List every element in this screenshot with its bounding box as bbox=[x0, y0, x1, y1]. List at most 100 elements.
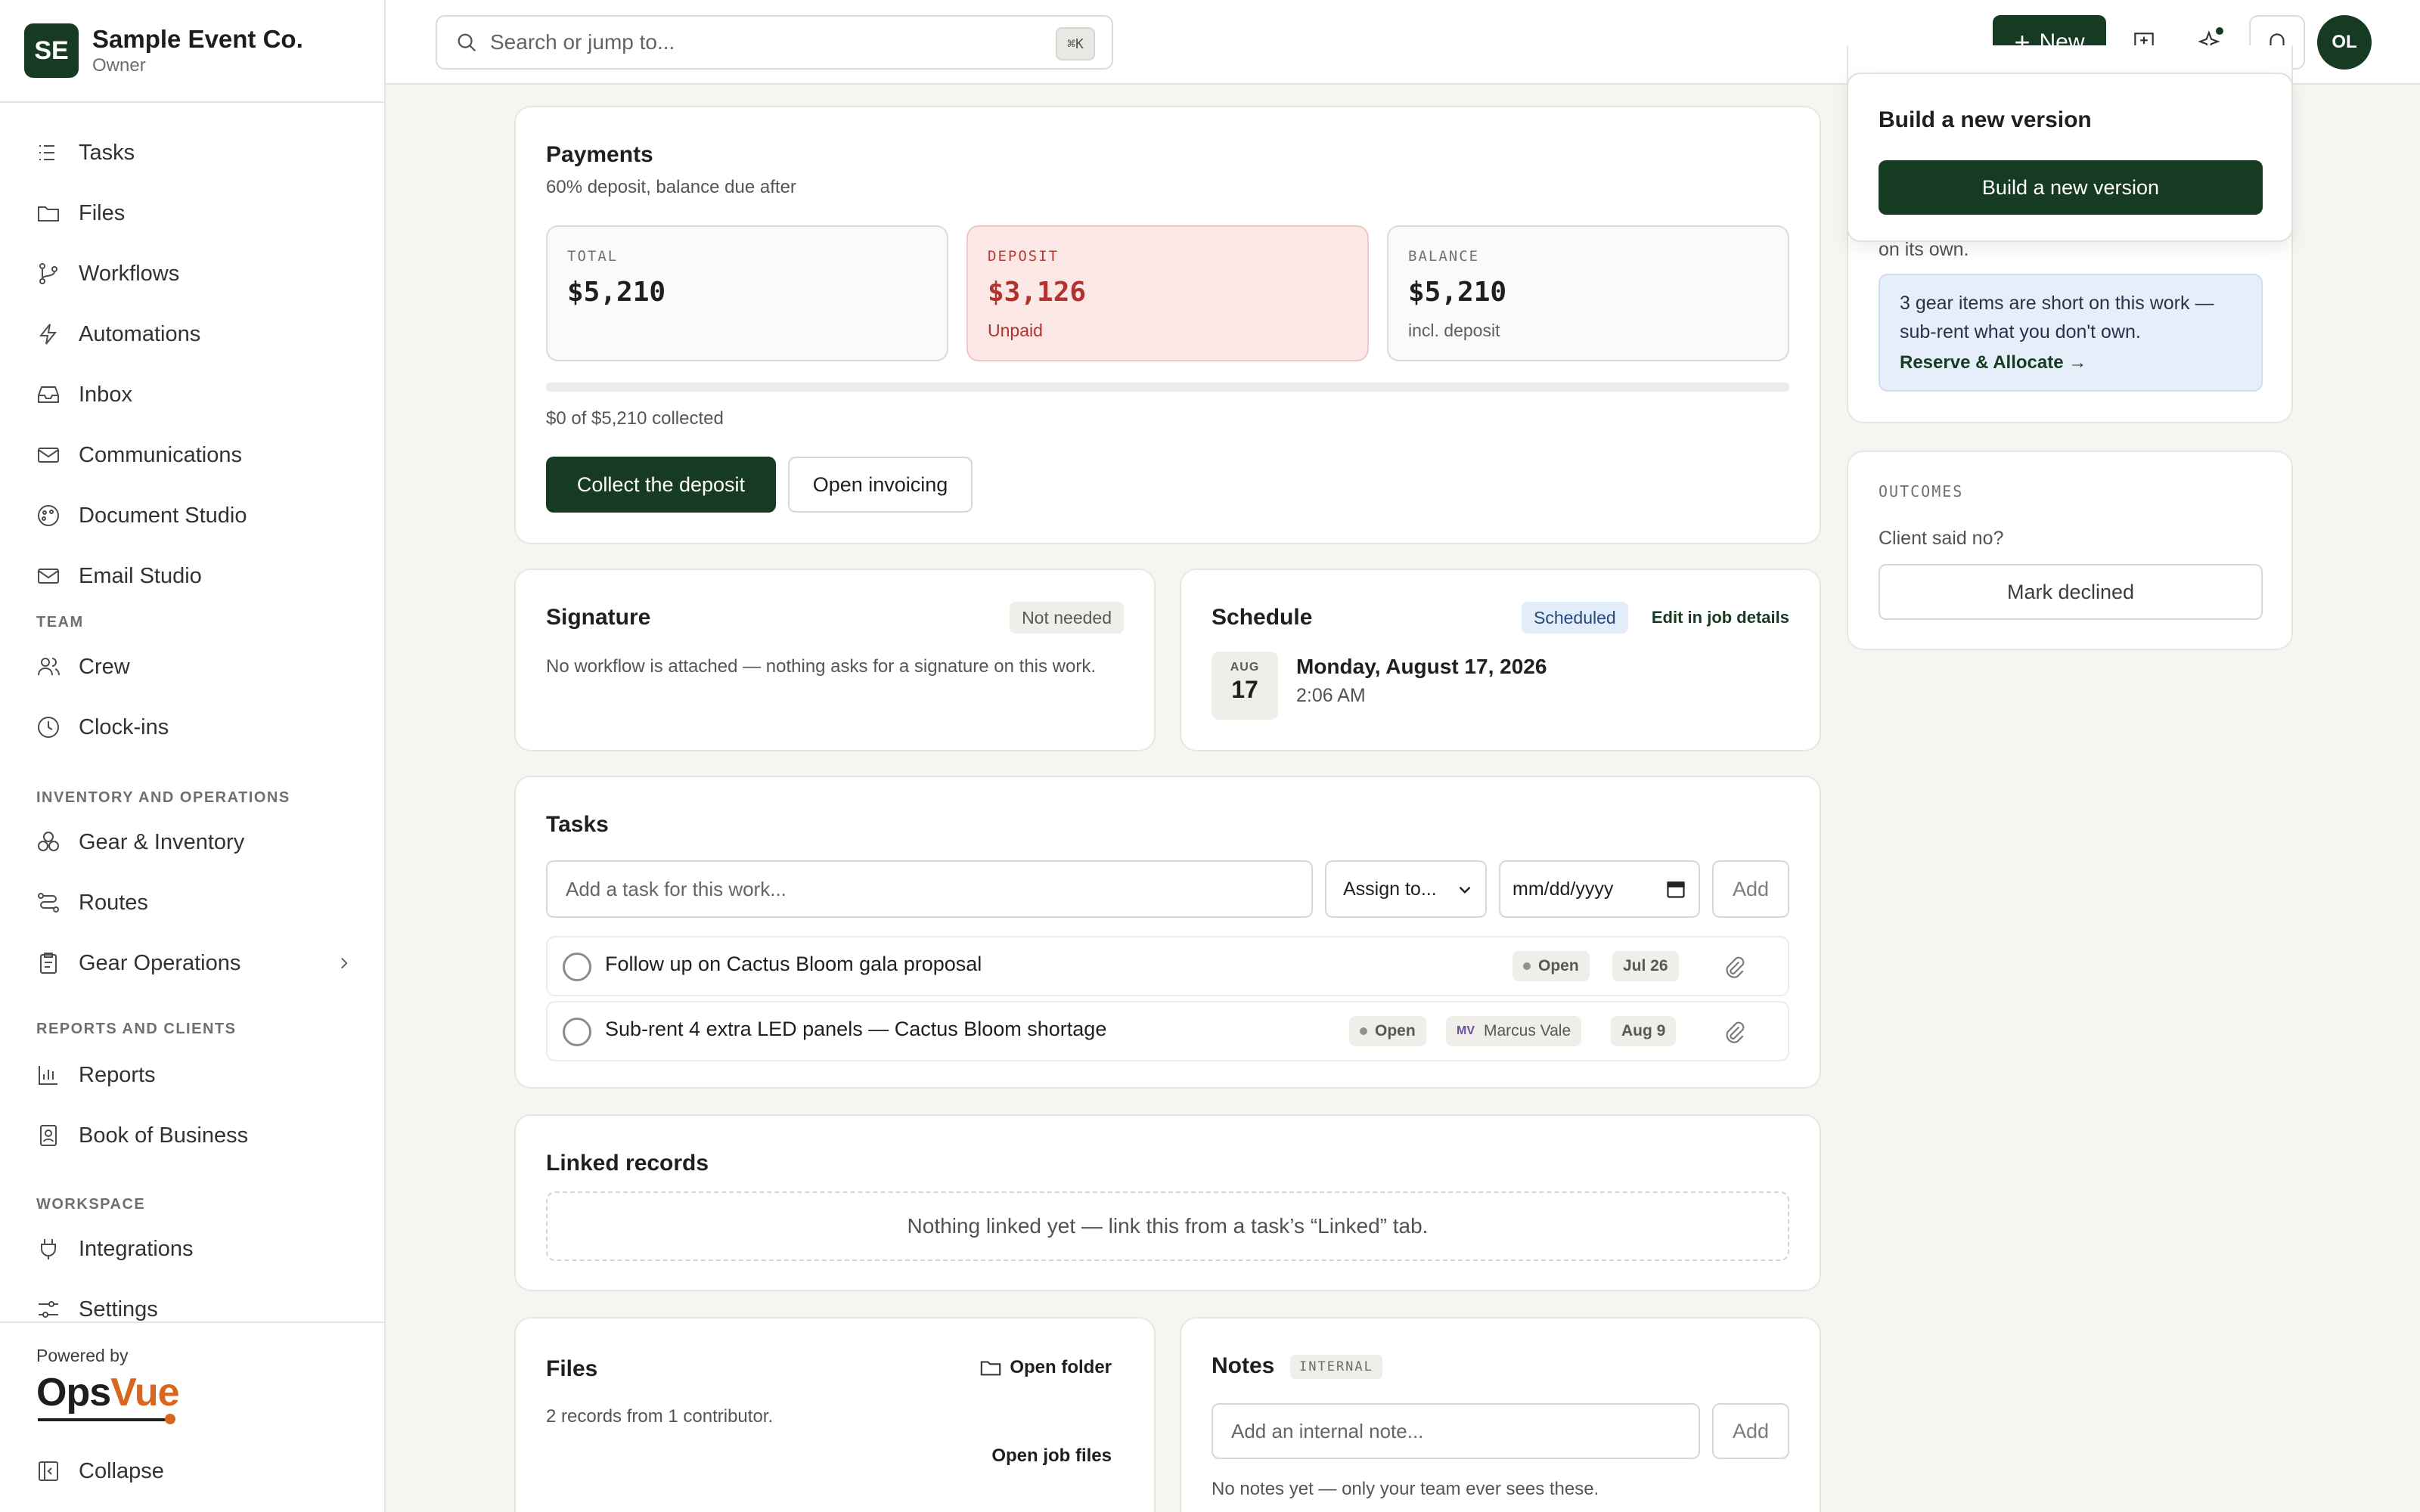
sidebar-item-workflows[interactable]: Workflows bbox=[36, 253, 354, 295]
sidebar-item-label: Routes bbox=[79, 890, 148, 915]
task-status-badge: Open bbox=[1512, 951, 1590, 981]
due-date-input[interactable]: mm/dd/yyyy bbox=[1499, 860, 1700, 918]
signature-text: No workflow is attached — nothing asks f… bbox=[546, 656, 1097, 677]
signature-status-badge: Not needed bbox=[1010, 602, 1124, 634]
sidebar-item-label: Integrations bbox=[79, 1236, 194, 1261]
gear-operations-icon bbox=[40, 953, 57, 974]
task-checkbox[interactable] bbox=[563, 953, 591, 981]
payments-subtitle: 60% deposit, balance due after bbox=[546, 177, 796, 197]
outcomes-question: Client said no? bbox=[1879, 528, 2004, 549]
open-folder-button[interactable]: Open folder bbox=[979, 1356, 1112, 1379]
sidebar-item-label: Email Studio bbox=[79, 563, 202, 588]
search-box[interactable]: ⌘K bbox=[436, 15, 1113, 70]
tasks-icon bbox=[39, 145, 54, 160]
logo-vue: Vue bbox=[110, 1371, 179, 1414]
sidebar-footer: Powered by OpsVue Collapse bbox=[0, 1321, 384, 1512]
task-row[interactable]: Follow up on Cactus Bloom gala proposal … bbox=[546, 936, 1789, 996]
note-input[interactable]: Add an internal note... bbox=[1212, 1403, 1700, 1459]
user-avatar[interactable]: OL bbox=[2317, 15, 2372, 70]
linked-records-title: Linked records bbox=[546, 1151, 709, 1176]
new-task-input[interactable]: Add a task for this work... bbox=[546, 860, 1313, 918]
sidebar-item-label: Gear & Inventory bbox=[79, 829, 245, 854]
org-switcher[interactable]: SE Sample Event Co. Owner bbox=[0, 0, 384, 103]
sidebar-item-settings[interactable]: Settings bbox=[36, 1288, 354, 1321]
task-status-badge: Open bbox=[1349, 1016, 1426, 1046]
sidebar-item-label: Automations bbox=[79, 321, 201, 346]
org-badge: SE bbox=[24, 23, 79, 78]
assignee-initials: MV bbox=[1457, 1024, 1475, 1037]
total-stat: TOTAL $5,210 bbox=[546, 225, 948, 361]
sidebar-item-label: Book of Business bbox=[79, 1123, 249, 1148]
signature-card: Signature Not needed No workflow is atta… bbox=[514, 569, 1156, 751]
shortage-callout: 3 gear items are short on this work — su… bbox=[1879, 274, 2263, 392]
workflows-icon bbox=[39, 263, 57, 284]
files-summary: 2 records from 1 contributor. bbox=[546, 1406, 774, 1427]
task-row[interactable]: Sub-rent 4 extra LED panels — Cactus Blo… bbox=[546, 1001, 1789, 1061]
deposit-stat: DEPOSIT $3,126 Unpaid bbox=[966, 225, 1369, 361]
routes-icon bbox=[38, 893, 59, 912]
sidebar: SE Sample Event Co. Owner Tasks Files Work… bbox=[0, 0, 386, 1512]
deposit-note: Unpaid bbox=[988, 321, 1043, 340]
linked-records-empty: Nothing linked yet — link this from a ta… bbox=[546, 1191, 1789, 1261]
build-version-button[interactable]: Build a new version bbox=[1879, 160, 2263, 215]
sidebar-item-integrations[interactable]: Integrations bbox=[36, 1228, 354, 1270]
task-assignee-badge: MV Marcus Vale bbox=[1446, 1016, 1582, 1046]
payments-card: Payments 60% deposit, balance due after … bbox=[514, 106, 1821, 544]
sidebar-item-label: Document Studio bbox=[79, 503, 247, 528]
task-status-text: Open bbox=[1375, 1022, 1416, 1040]
task-checkbox[interactable] bbox=[563, 1018, 591, 1046]
deposit-label: DEPOSIT bbox=[988, 248, 1060, 265]
balance-stat: BALANCE $5,210 incl. deposit bbox=[1387, 225, 1789, 361]
paperclip-icon[interactable] bbox=[1721, 954, 1747, 980]
total-label: TOTAL bbox=[567, 248, 619, 265]
add-note-button[interactable]: Add bbox=[1712, 1403, 1789, 1459]
sidebar-item-files[interactable]: Files bbox=[36, 192, 354, 234]
settings-icon bbox=[39, 1301, 58, 1318]
internal-badge: INTERNAL bbox=[1290, 1355, 1382, 1379]
collect-deposit-button[interactable]: Collect the deposit bbox=[546, 457, 776, 513]
org-role: Owner bbox=[92, 55, 146, 76]
logo-dot bbox=[165, 1414, 175, 1424]
sidebar-item-communications[interactable]: Communications bbox=[36, 434, 354, 476]
sidebar-item-label: Settings bbox=[79, 1297, 158, 1321]
sidebar-item-gear-operations[interactable]: Gear Operations bbox=[36, 942, 354, 984]
sidebar-item-inbox[interactable]: Inbox bbox=[36, 373, 354, 416]
linked-records-card: Linked records Nothing linked yet — link… bbox=[514, 1114, 1821, 1291]
sidebar-item-automations[interactable]: Automations bbox=[36, 313, 354, 355]
sidebar-item-tasks[interactable]: Tasks bbox=[36, 132, 354, 174]
balance-value: $5,210 bbox=[1408, 277, 1507, 308]
collapse-button[interactable]: Collapse bbox=[36, 1450, 164, 1492]
sidebar-item-label: Files bbox=[79, 200, 126, 225]
sidebar-item-document-studio[interactable]: Document Studio bbox=[36, 494, 354, 537]
reports-icon bbox=[39, 1066, 57, 1085]
open-invoicing-button[interactable]: Open invoicing bbox=[788, 457, 973, 513]
assign-select[interactable]: Assign to... bbox=[1325, 860, 1487, 918]
sidebar-item-book-of-business[interactable]: Book of Business bbox=[36, 1114, 354, 1157]
sidebar-item-label: Reports bbox=[79, 1062, 156, 1087]
outcomes-card: OUTCOMES Client said no? Mark declined bbox=[1847, 451, 2293, 650]
notes-title: Notes bbox=[1212, 1353, 1275, 1378]
email-studio-icon bbox=[38, 569, 59, 584]
search-input[interactable] bbox=[490, 30, 1019, 54]
date-day: 17 bbox=[1231, 676, 1258, 703]
sidebar-item-routes[interactable]: Routes bbox=[36, 881, 354, 924]
communications-icon bbox=[38, 448, 59, 463]
paperclip-icon[interactable] bbox=[1721, 1019, 1747, 1045]
reserve-allocate-link[interactable]: Reserve & Allocate → bbox=[1900, 352, 2086, 373]
sidebar-item-reports[interactable]: Reports bbox=[36, 1054, 354, 1096]
sidebar-item-crew[interactable]: Crew bbox=[36, 646, 354, 688]
collection-progress bbox=[546, 383, 1789, 392]
edit-job-details-link[interactable]: Edit in job details bbox=[1652, 608, 1789, 627]
open-job-files-link[interactable]: Open job files bbox=[991, 1445, 1112, 1467]
shortcut-hint: ⌘K bbox=[1056, 27, 1095, 60]
sidebar-item-clock-ins[interactable]: Clock-ins bbox=[36, 706, 354, 748]
sidebar-item-email-studio[interactable]: Email Studio bbox=[36, 555, 354, 597]
add-task-button[interactable]: Add bbox=[1712, 860, 1789, 918]
mark-declined-button[interactable]: Mark declined bbox=[1879, 564, 2263, 620]
nav-section-workspace: WORKSPACE bbox=[36, 1196, 146, 1213]
sidebar-item-gear-inventory[interactable]: Gear & Inventory bbox=[36, 821, 354, 863]
sidebar-item-label: Gear Operations bbox=[79, 950, 241, 975]
crew-icon bbox=[38, 658, 60, 676]
signature-title: Signature bbox=[546, 605, 651, 630]
task-due-badge: Jul 26 bbox=[1612, 951, 1679, 981]
